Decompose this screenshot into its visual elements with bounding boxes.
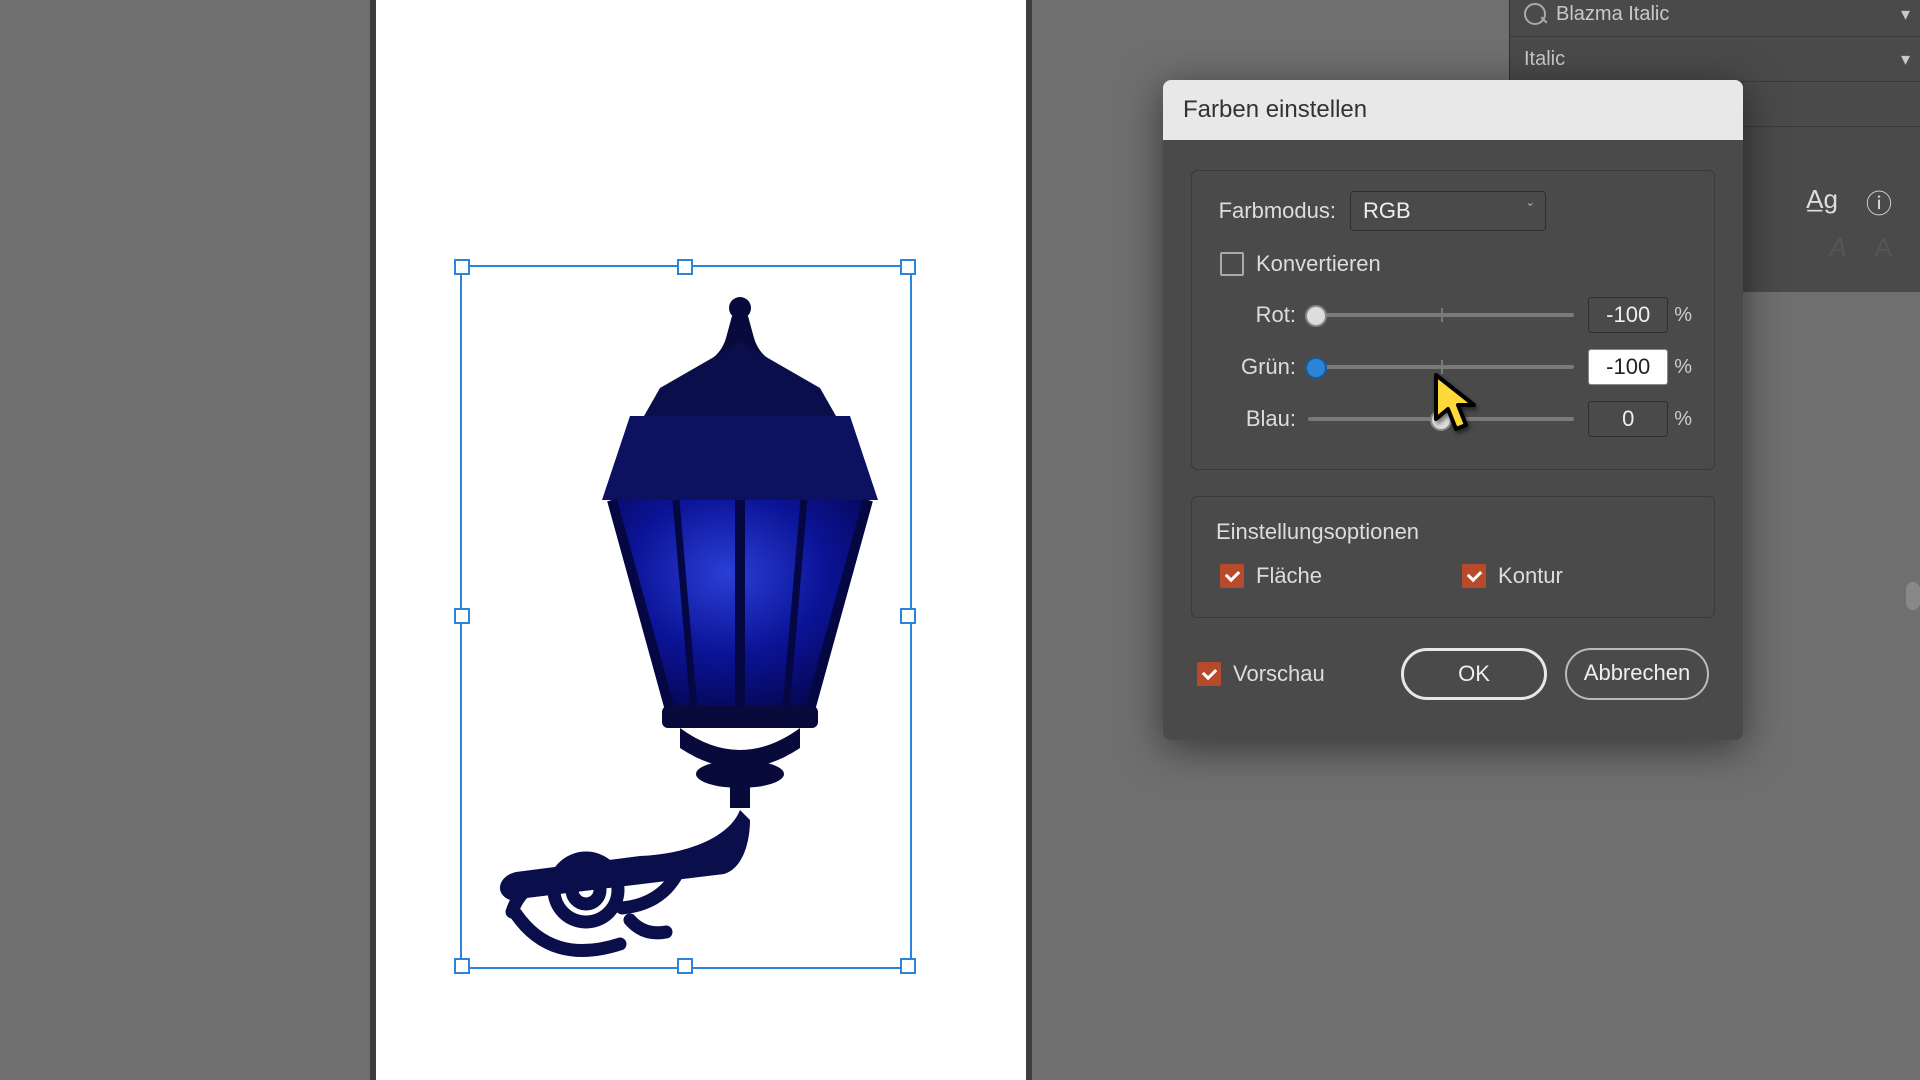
chevron-down-icon: ▾ [1901,4,1910,25]
selection-handle[interactable] [677,259,693,275]
selection-handle[interactable] [900,608,916,624]
selection-handle[interactable] [454,958,470,974]
color-mode-select[interactable]: RGB ˇ [1350,191,1546,231]
font-style-value: Italic [1524,48,1565,71]
green-slider[interactable] [1308,365,1574,369]
green-label: Grün: [1214,354,1296,380]
options-title: Einstellungsoptionen [1216,519,1692,545]
fill-label: Fläche [1256,563,1322,589]
selection-handle[interactable] [677,958,693,974]
green-slider-thumb[interactable] [1305,357,1327,379]
font-family-select[interactable]: Blazma Italic ▾ [1510,0,1920,37]
glyph-icon[interactable]: A̲g [1806,184,1838,221]
checkbox-icon [1220,564,1244,588]
red-value-input[interactable]: -100 [1588,297,1668,333]
font-style-select[interactable]: Italic ▾ [1510,37,1920,82]
cancel-button[interactable]: Abbrechen [1565,648,1709,700]
info-icon[interactable]: ⓘ [1866,184,1892,221]
blue-label: Blau: [1214,406,1296,432]
red-label: Rot: [1214,302,1296,328]
checkbox-icon [1220,252,1244,276]
selection-handle[interactable] [900,259,916,275]
percent-label: % [1674,356,1692,379]
convert-checkbox[interactable]: Konvertieren [1220,251,1692,277]
color-mode-label: Farbmodus: [1214,198,1336,224]
adjust-colors-dialog: Farben einstellen Farbmodus: RGB ˇ Konve… [1163,80,1743,740]
percent-label: % [1674,304,1692,327]
chevron-down-icon: ▾ [1901,49,1910,70]
red-slider[interactable] [1308,313,1574,317]
checkbox-icon [1197,662,1221,686]
preview-label: Vorschau [1233,661,1325,687]
blue-slider[interactable] [1308,417,1574,421]
color-mode-section: Farbmodus: RGB ˇ Konvertieren Rot: -100 … [1191,170,1715,470]
chevron-down-icon: ˇ [1528,202,1533,220]
selection-handle[interactable] [454,259,470,275]
slider-center-tick [1441,360,1443,374]
type-style-icon: A [1875,232,1892,263]
stroke-label: Kontur [1498,563,1563,589]
blue-value-input[interactable]: 0 [1588,401,1668,437]
slider-center-tick [1441,308,1443,322]
type-style-icon: A [1829,232,1846,263]
options-section: Einstellungsoptionen Fläche Kontur [1191,496,1715,618]
blue-slider-thumb[interactable] [1430,409,1452,431]
green-value-input[interactable]: -100 [1588,349,1668,385]
dialog-title: Farben einstellen [1163,80,1743,140]
color-mode-value: RGB [1363,198,1411,224]
convert-label: Konvertieren [1256,251,1381,277]
selection-handle[interactable] [900,958,916,974]
ok-button[interactable]: OK [1401,648,1547,700]
checkbox-icon [1462,564,1486,588]
fill-checkbox[interactable]: Fläche [1220,563,1322,589]
red-slider-thumb[interactable] [1305,305,1327,327]
preview-checkbox[interactable]: Vorschau [1197,661,1325,687]
search-icon [1524,3,1546,25]
scrollbar-thumb[interactable] [1906,582,1920,610]
font-family-value: Blazma Italic [1556,3,1669,26]
stroke-checkbox[interactable]: Kontur [1462,563,1563,589]
selection-handle[interactable] [454,608,470,624]
percent-label: % [1674,408,1692,431]
selection-bounds[interactable] [460,265,912,969]
